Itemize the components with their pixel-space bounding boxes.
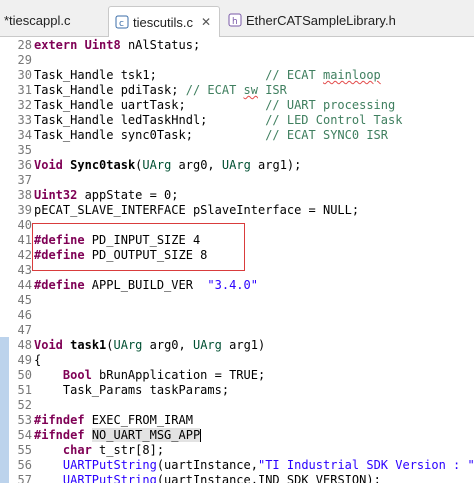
line-code: #ifndef EXEC_FROM_IRAM — [34, 413, 193, 427]
code-line[interactable]: 43 — [0, 263, 474, 278]
text-cursor — [200, 429, 202, 442]
line-number: 31 — [17, 83, 32, 97]
line-number: 42 — [17, 248, 32, 262]
code-line[interactable]: 41 #define PD_INPUT_SIZE 4 — [0, 233, 474, 248]
line-number: 56 — [17, 458, 32, 472]
line-number: 45 — [17, 293, 32, 307]
line-number: 46 — [17, 308, 32, 322]
code-line[interactable]: 50 Bool bRunApplication = TRUE; — [0, 368, 474, 383]
tab-tiescappl[interactable]: *tiescappl.c — [0, 6, 105, 34]
line-code: Uint32 appState = 0; — [34, 188, 179, 202]
line-code: UARTPutString(uartInstance,"TI Industria… — [62, 458, 474, 472]
code-line[interactable]: 54 #ifndef NO_UART_MSG_APP — [0, 428, 474, 443]
code-line[interactable]: 55 char t_str[8]; — [0, 443, 474, 458]
code-line[interactable]: 30 Task_Handle tsk1; // ECAT mainloop — [0, 68, 474, 83]
code-line[interactable]: 29 — [0, 53, 474, 68]
line-number: 40 — [17, 218, 32, 232]
line-code: Task_Handle sync0Task; // ECAT SYNC0 ISR — [34, 128, 389, 142]
line-number: 37 — [17, 173, 32, 187]
line-code: #define PD_INPUT_SIZE 4 — [34, 233, 201, 247]
line-code: extern Uint8 nAlStatus; — [34, 38, 201, 52]
line-code: Task_Handle uartTask; // UART processing — [34, 98, 396, 112]
line-number: 30 — [17, 68, 32, 82]
editor-tab-bar: *tiescappl.c c tiescutils.c ✕ h EtherCAT… — [0, 0, 474, 37]
code-line[interactable]: 53 #ifndef EXEC_FROM_IRAM — [0, 413, 474, 428]
close-icon[interactable]: ✕ — [201, 15, 211, 29]
c-file-icon: c — [115, 15, 129, 29]
line-code: Task_Handle pdiTask; // ECAT sw ISR — [34, 83, 287, 97]
line-code: Task_Params taskParams; — [34, 383, 230, 397]
line-number: 32 — [17, 98, 32, 112]
line-number: 51 — [17, 383, 32, 397]
line-number: 54 — [17, 428, 32, 442]
svg-text:h: h — [232, 17, 238, 27]
tab-label: *tiescappl.c — [4, 12, 71, 28]
line-number: 48 — [17, 338, 32, 352]
code-line[interactable]: 42 #define PD_OUTPUT_SIZE 8 — [0, 248, 474, 263]
line-code: #define PD_OUTPUT_SIZE 8 — [34, 248, 208, 262]
line-number: 36 — [17, 158, 32, 172]
code-line[interactable]: 52 — [0, 398, 474, 413]
code-line[interactable]: 45 — [0, 293, 474, 308]
h-file-icon: h — [228, 13, 242, 27]
code-line[interactable]: 36 Void Sync0task(UArg arg0, UArg arg1); — [0, 158, 474, 173]
code-line[interactable]: 32 Task_Handle uartTask; // UART processi… — [0, 98, 474, 113]
tab-tiescutils[interactable]: c tiescutils.c ✕ — [108, 6, 220, 37]
code-line[interactable]: 37 — [0, 173, 474, 188]
line-number: 39 — [17, 203, 32, 217]
line-code: UARTPutString(uartInstance,IND_SDK_VERSI… — [62, 473, 381, 483]
line-code: Task_Handle tsk1; // ECAT mainloop — [34, 68, 381, 82]
line-number: 35 — [17, 143, 32, 157]
code-line[interactable]: 39 pECAT_SLAVE_INTERFACE pSlaveInterface … — [0, 203, 474, 218]
code-line[interactable]: 56 UARTPutString(uartInstance,"TI Indust… — [0, 458, 474, 473]
code-line[interactable]: 38 Uint32 appState = 0; — [0, 188, 474, 203]
code-line[interactable]: 44 #define APPL_BUILD_VER "3.4.0" — [0, 278, 474, 293]
svg-text:c: c — [119, 19, 124, 29]
tab-ethercat-sample-library[interactable]: h EtherCATSampleLibrary.h — [224, 6, 414, 34]
code-line[interactable]: 40 — [0, 218, 474, 233]
line-code: Task_Handle ledTaskHndl; // LED Control … — [34, 113, 403, 127]
code-line[interactable]: 34 Task_Handle sync0Task; // ECAT SYNC0 I… — [0, 128, 474, 143]
code-line[interactable]: 28 extern Uint8 nAlStatus; — [0, 38, 474, 53]
line-code: Void Sync0task(UArg arg0, UArg arg1); — [34, 158, 302, 172]
line-code: #ifndef NO_UART_MSG_APP — [34, 428, 202, 442]
line-number: 49 — [17, 353, 32, 367]
code-line[interactable]: 46 — [0, 308, 474, 323]
line-number: 29 — [17, 53, 32, 67]
line-number: 43 — [17, 263, 32, 277]
line-code: { — [34, 353, 42, 367]
line-number: 28 — [17, 38, 32, 52]
line-number: 50 — [17, 368, 32, 382]
code-editor[interactable]: 28 extern Uint8 nAlStatus; 29 30 Task_Handle… — [0, 37, 474, 483]
line-number: 34 — [17, 128, 32, 142]
code-line[interactable]: 49{ — [0, 353, 474, 368]
line-number: 57 — [17, 473, 32, 483]
line-code: Bool bRunApplication = TRUE; — [62, 368, 266, 382]
line-number: 33 — [17, 113, 32, 127]
line-code: pECAT_SLAVE_INTERFACE pSlaveInterface = … — [34, 203, 360, 217]
code-line[interactable]: 47 — [0, 323, 474, 338]
line-number: 47 — [17, 323, 32, 337]
line-number: 55 — [17, 443, 32, 457]
line-number: 53 — [17, 413, 32, 427]
line-code: char t_str[8]; — [62, 443, 165, 457]
line-number: 44 — [17, 278, 32, 292]
code-line[interactable]: 33 Task_Handle ledTaskHndl; // LED Contro… — [0, 113, 474, 128]
code-line[interactable]: 51 Task_Params taskParams; — [0, 383, 474, 398]
line-number: 38 — [17, 188, 32, 202]
code-line[interactable]: 57 UARTPutString(uartInstance,IND_SDK_VE… — [0, 473, 474, 483]
code-line[interactable]: 35 — [0, 143, 474, 158]
tab-label: tiescutils.c — [133, 14, 193, 30]
line-number: 41 — [17, 233, 32, 247]
line-code: #define APPL_BUILD_VER "3.4.0" — [34, 278, 258, 292]
code-line[interactable]: 48 Void task1(UArg arg0, UArg arg1) — [0, 338, 474, 353]
tab-label: EtherCATSampleLibrary.h — [246, 12, 396, 28]
line-code: Void task1(UArg arg0, UArg arg1) — [34, 338, 266, 352]
line-number: 52 — [17, 398, 32, 412]
code-line[interactable]: 31 Task_Handle pdiTask; // ECAT sw ISR — [0, 83, 474, 98]
